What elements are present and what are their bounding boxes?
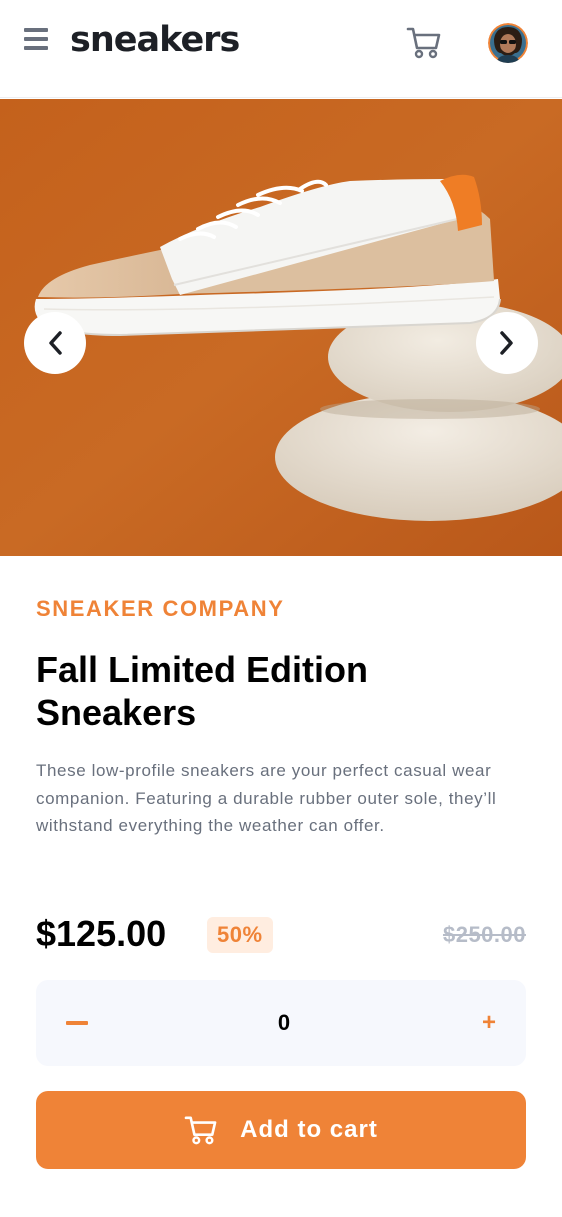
discount-badge: 50% xyxy=(207,917,273,953)
logo[interactable]: sneakers xyxy=(70,16,240,64)
product-photo xyxy=(0,99,562,556)
product-description: These low-profile sneakers are your perf… xyxy=(36,761,497,835)
cart-icon[interactable] xyxy=(406,26,442,60)
previous-image-button[interactable] xyxy=(24,312,86,374)
chevron-right-icon xyxy=(500,331,513,355)
quantity-stepper: 0 + xyxy=(36,980,526,1066)
decrease-quantity-button[interactable] xyxy=(56,1002,98,1044)
product-title: Fall Limited Edition Sneakers xyxy=(36,649,368,733)
next-image-button[interactable] xyxy=(476,312,538,374)
minus-icon xyxy=(66,1021,88,1025)
chevron-left-icon xyxy=(49,331,62,355)
original-price: $250.00 xyxy=(442,922,526,947)
add-to-cart-label: Add to cart xyxy=(240,1116,378,1143)
hamburger-menu-icon[interactable] xyxy=(24,28,48,50)
product-image-gallery xyxy=(0,99,562,556)
add-to-cart-button[interactable]: Add to cart xyxy=(36,1091,526,1169)
brand-label: SNEAKER COMPANY xyxy=(36,596,285,621)
header: sneakers xyxy=(0,0,562,98)
increase-quantity-button[interactable]: + xyxy=(468,1002,510,1044)
user-avatar[interactable] xyxy=(488,23,528,63)
quantity-value: 0 xyxy=(277,1010,291,1035)
cart-icon xyxy=(184,1116,217,1145)
current-price: $125.00 xyxy=(36,913,167,954)
